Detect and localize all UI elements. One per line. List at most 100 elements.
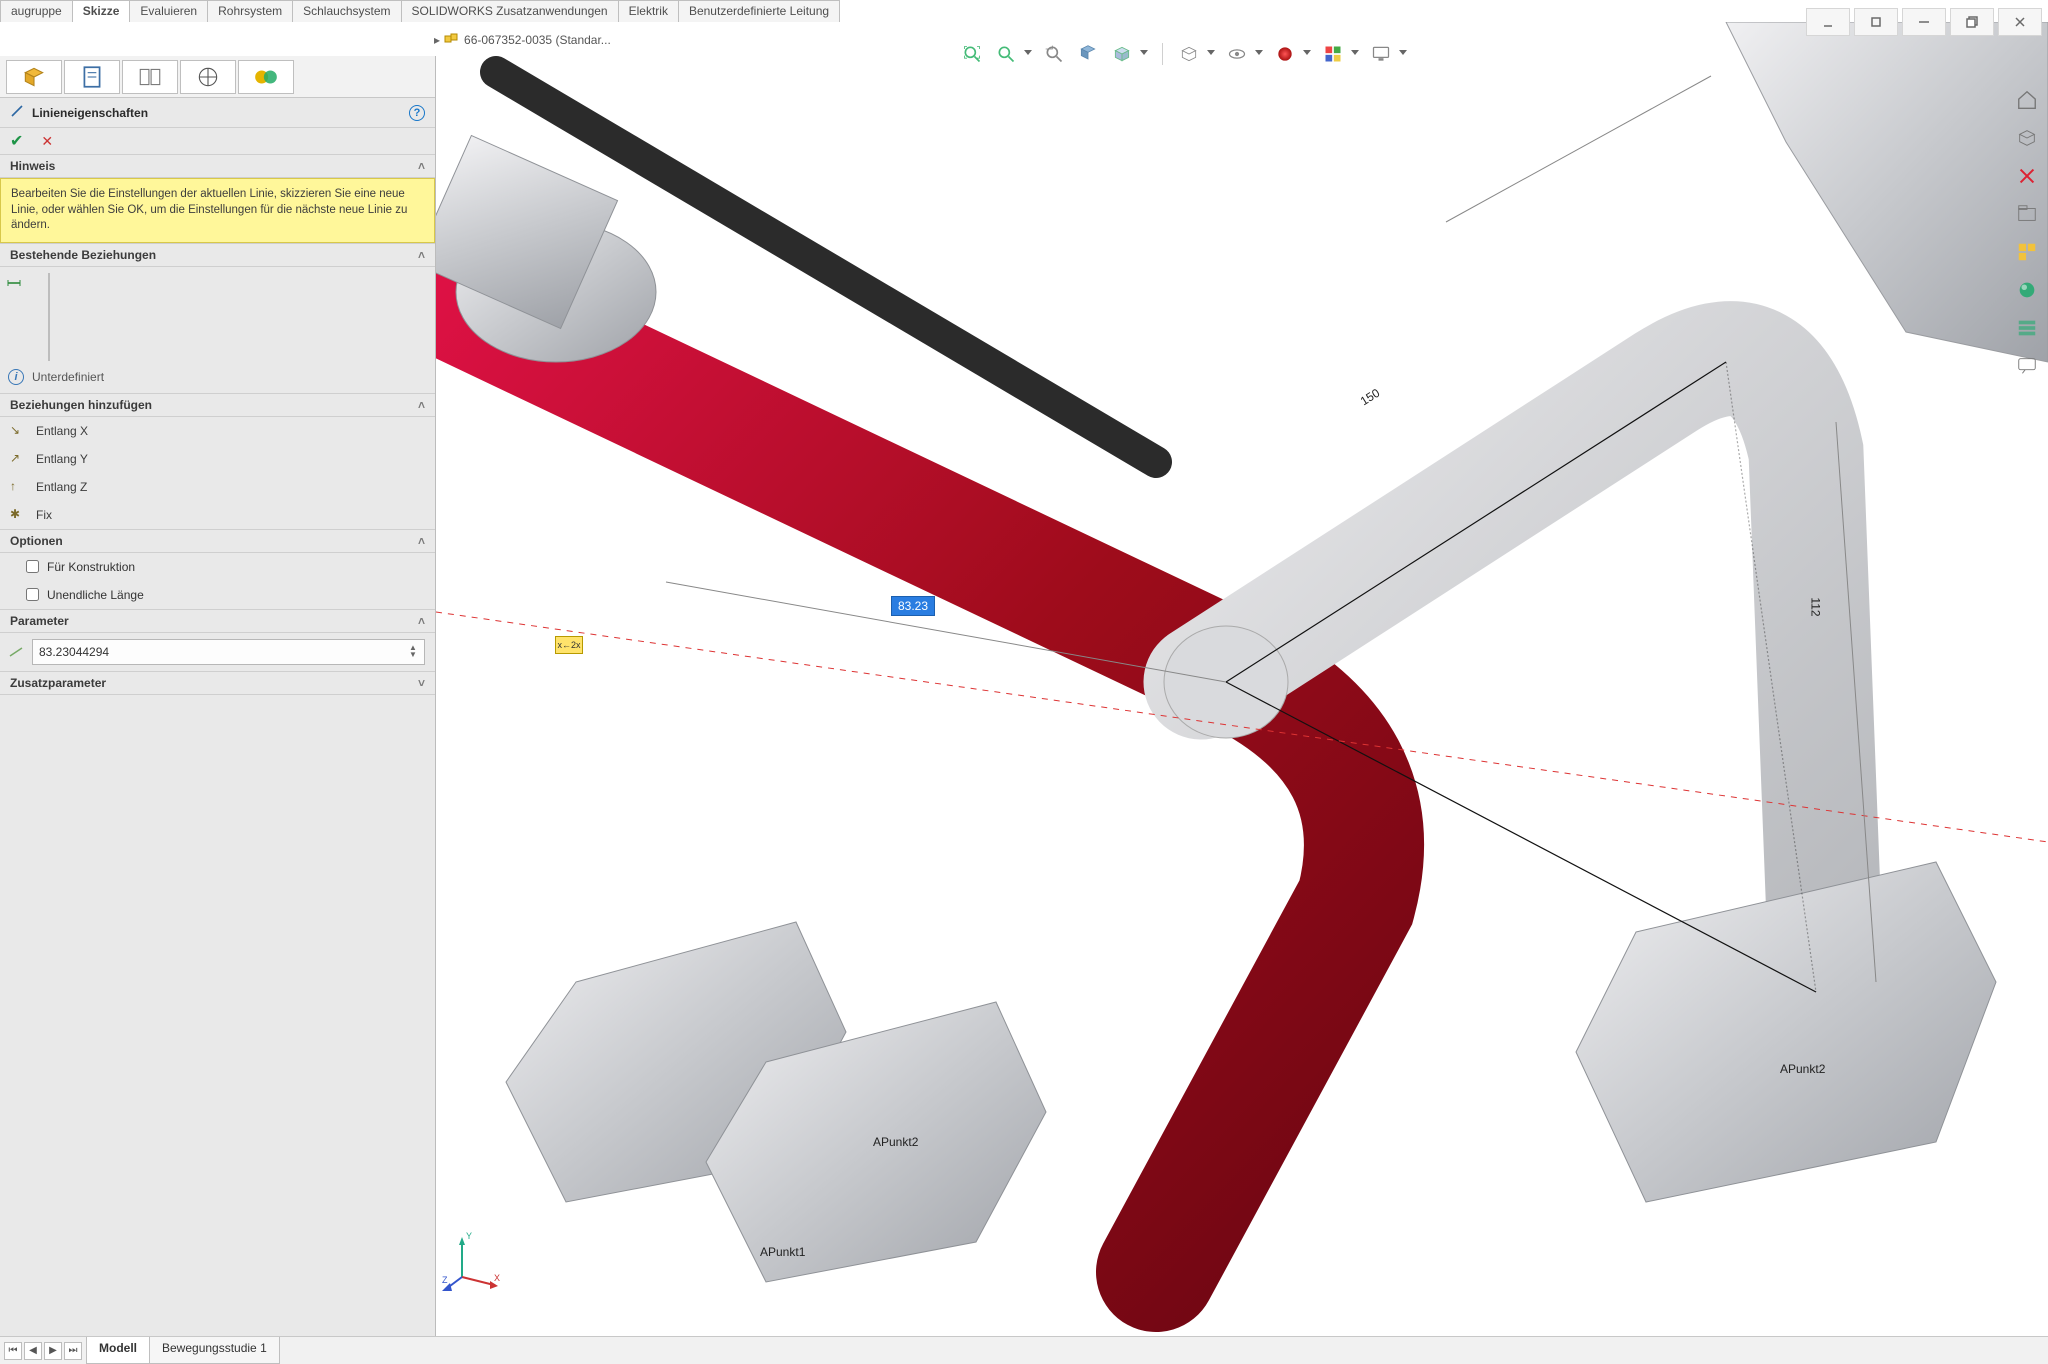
- close-task-icon[interactable]: [2010, 160, 2044, 192]
- app-close-button[interactable]: [1998, 8, 2042, 36]
- config-tab[interactable]: [122, 60, 178, 94]
- display-dropdown-icon[interactable]: [1207, 50, 1215, 58]
- crumb-back-icon[interactable]: ▸: [434, 33, 440, 47]
- relation-label: Entlang Z: [36, 480, 87, 494]
- forum-icon[interactable]: [2010, 350, 2044, 382]
- add-rel-header[interactable]: Beziehungen hinzufügen ˄: [0, 393, 435, 417]
- custom-props-icon[interactable]: [2010, 312, 2044, 344]
- zoom-area-icon[interactable]: [994, 42, 1018, 66]
- property-tab[interactable]: [64, 60, 120, 94]
- relation-label: Entlang X: [36, 424, 88, 438]
- display-style-icon[interactable]: [1177, 42, 1201, 66]
- spin-down-icon[interactable]: ▼: [408, 652, 418, 658]
- construction-checkbox[interactable]: [26, 560, 39, 573]
- alongz-icon: ↑: [10, 479, 26, 495]
- home-icon[interactable]: [2010, 84, 2044, 116]
- orientation-dropdown-icon[interactable]: [1140, 50, 1148, 58]
- separator: [1162, 43, 1163, 65]
- length-parameter-row: 83.23044294 ▲▼: [0, 633, 435, 671]
- view-orientation-icon[interactable]: [1110, 42, 1134, 66]
- zoom-dropdown-icon[interactable]: [1024, 50, 1032, 58]
- tab-rohrsystem[interactable]: Rohrsystem: [207, 0, 293, 22]
- relation-label: Fix: [36, 508, 52, 522]
- nav-first-icon[interactable]: ⏮: [4, 1342, 22, 1360]
- tab-elektrik[interactable]: Elektrik: [618, 0, 679, 22]
- nav-last-icon[interactable]: ⏭: [64, 1342, 82, 1360]
- tab-evaluieren[interactable]: Evaluieren: [129, 0, 208, 22]
- previous-view-icon[interactable]: [1042, 42, 1066, 66]
- alongy-icon: ↗: [10, 451, 26, 467]
- hint-header[interactable]: Hinweis ˄: [0, 154, 435, 178]
- display-tab[interactable]: [238, 60, 294, 94]
- render-dropdown-icon[interactable]: [1399, 50, 1407, 58]
- info-icon: i: [8, 369, 24, 385]
- zoom-fit-icon[interactable]: [960, 42, 984, 66]
- child-restore-button[interactable]: [1854, 8, 1898, 36]
- relation-along-z[interactable]: ↑ Entlang Z: [0, 473, 435, 501]
- reference-triad: Y X Z: [442, 1231, 502, 1294]
- cancel-button[interactable]: ✕: [41, 133, 53, 150]
- svg-text:X: X: [494, 1273, 500, 1283]
- nav-prev-icon[interactable]: ◀: [24, 1342, 42, 1360]
- active-dimension-input[interactable]: 83.23: [892, 597, 934, 615]
- sheet-nav: ⏮ ◀ ▶ ⏭: [0, 1337, 86, 1364]
- chevron-up-icon: ˄: [418, 248, 425, 262]
- extra-param-header[interactable]: Zusatzparameter ˅: [0, 671, 435, 695]
- option-construction[interactable]: Für Konstruktion: [0, 553, 435, 581]
- render-icon[interactable]: [1369, 42, 1393, 66]
- chevron-up-icon: ˄: [418, 614, 425, 628]
- relation-along-x[interactable]: ↘ Entlang X: [0, 417, 435, 445]
- option-infinite[interactable]: Unendliche Länge: [0, 581, 435, 609]
- sketch-point-2[interactable]: APunkt2: [873, 1135, 918, 1149]
- selection-tag[interactable]: x←2x: [555, 636, 583, 654]
- help-icon[interactable]: ?: [409, 105, 425, 121]
- dimension-112[interactable]: 112: [1809, 597, 1823, 616]
- sketch-point-1[interactable]: APunkt1: [760, 1245, 805, 1259]
- hideshow-dropdown-icon[interactable]: [1255, 50, 1263, 58]
- relation-fix[interactable]: ✱Fix: [0, 501, 435, 529]
- ok-button[interactable]: ✔: [10, 131, 23, 151]
- relation-along-y[interactable]: ↗Entlang Y: [0, 445, 435, 473]
- parameter-header[interactable]: Parameter ˄: [0, 609, 435, 633]
- existing-relations-list[interactable]: [48, 273, 50, 361]
- alongx-icon: ↘: [10, 423, 26, 439]
- app-minimize-button[interactable]: [1902, 8, 1946, 36]
- existing-rel-header[interactable]: Bestehende Beziehungen ˄: [0, 243, 435, 267]
- tab-baugruppe[interactable]: augruppe: [0, 0, 73, 22]
- section-view-icon[interactable]: [1076, 42, 1100, 66]
- tab-schlauch[interactable]: Schlauchsystem: [292, 0, 401, 22]
- scene-icon[interactable]: [1321, 42, 1345, 66]
- tab-motion-study[interactable]: Bewegungsstudie 1: [149, 1337, 280, 1364]
- design-library-icon[interactable]: [2010, 122, 2044, 154]
- document-name[interactable]: 66-067352-0035 (Standar...: [464, 33, 611, 47]
- hide-show-icon[interactable]: [1225, 42, 1249, 66]
- relation-icon: [0, 267, 22, 294]
- appearance-icon[interactable]: [1273, 42, 1297, 66]
- sketch-point-2b[interactable]: APunkt2: [1780, 1062, 1825, 1076]
- hint-text: Bearbeiten Sie die Einstellungen der akt…: [0, 178, 435, 243]
- tab-userline[interactable]: Benutzerdefinierte Leitung: [678, 0, 840, 22]
- file-explorer-icon[interactable]: [2010, 198, 2044, 230]
- length-input[interactable]: 83.23044294 ▲▼: [32, 639, 425, 665]
- tab-model[interactable]: Modell: [86, 1337, 150, 1364]
- feature-tree-tab[interactable]: [6, 60, 62, 94]
- dim-tab[interactable]: [180, 60, 236, 94]
- infinite-checkbox[interactable]: [26, 588, 39, 601]
- app-restore-button[interactable]: [1950, 8, 1994, 36]
- hint-label: Hinweis: [10, 159, 55, 173]
- status-row: i Unterdefiniert: [0, 369, 435, 393]
- tab-skizze[interactable]: Skizze: [72, 0, 131, 22]
- view-palette-icon[interactable]: [2010, 236, 2044, 268]
- nav-next-icon[interactable]: ▶: [44, 1342, 62, 1360]
- svg-text:Y: Y: [466, 1231, 472, 1241]
- child-minimize-button[interactable]: [1806, 8, 1850, 36]
- options-header[interactable]: Optionen ˄: [0, 529, 435, 553]
- graphics-viewport[interactable]: [436, 22, 2048, 1336]
- spinner[interactable]: ▲▼: [408, 645, 418, 658]
- appearance-dropdown-icon[interactable]: [1303, 50, 1311, 58]
- scene-dropdown-icon[interactable]: [1351, 50, 1359, 58]
- appearances-icon[interactable]: [2010, 274, 2044, 306]
- length-icon: [8, 644, 24, 660]
- command-manager-tabs: augruppe Skizze Evaluieren Rohrsystem Sc…: [0, 0, 839, 22]
- tab-addins[interactable]: SOLIDWORKS Zusatzanwendungen: [401, 0, 619, 22]
